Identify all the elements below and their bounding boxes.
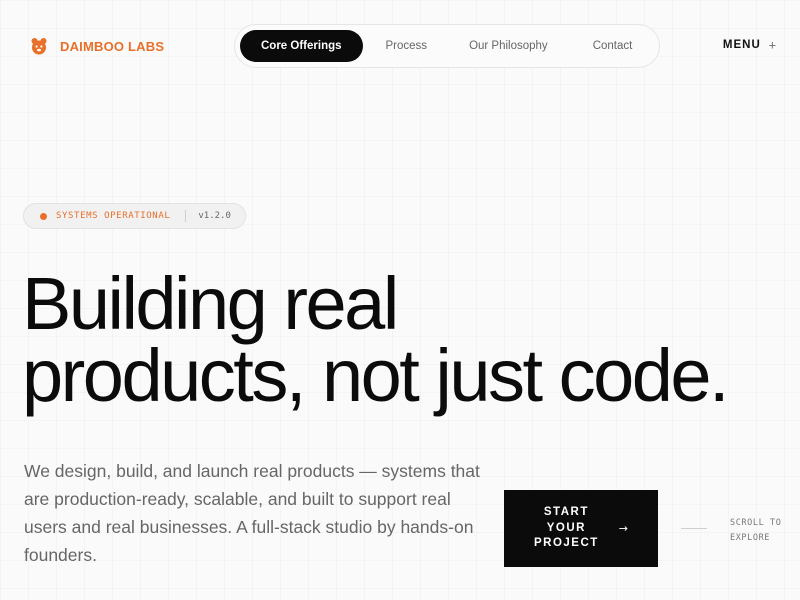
- version-label: v1.2.0: [198, 211, 231, 221]
- status-dot-icon: [40, 212, 47, 220]
- brand-name: DAIMBOO LABS: [60, 38, 165, 54]
- hero-description: We design, build, and launch real produc…: [24, 461, 480, 565]
- brand-logo[interactable]: DAIMBOO LABS: [30, 37, 164, 55]
- plus-icon: +: [768, 38, 776, 52]
- hero-headline-line-1: Building real: [22, 262, 399, 345]
- nav-item-process[interactable]: Process: [366, 30, 448, 62]
- menu-label: MENU: [722, 39, 761, 51]
- arrow-right-icon: →: [618, 522, 629, 535]
- menu-button[interactable]: MENU +: [723, 38, 776, 52]
- main-nav: Core Offerings Process Our Philosophy Co…: [234, 24, 660, 68]
- status-text: SYSTEMS OPERATIONAL: [56, 211, 171, 221]
- nav-item-core-offerings[interactable]: Core Offerings: [240, 30, 363, 62]
- hero-headline-line-2: products, not just code.: [22, 334, 730, 417]
- start-project-button[interactable]: START YOUR PROJECT →: [504, 490, 658, 567]
- scroll-to-explore[interactable]: SCROLL TO EXPLORE: [730, 516, 790, 546]
- scroll-divider: [681, 528, 707, 529]
- hero-headline: Building real products, not just code.: [22, 262, 730, 417]
- status-badge: SYSTEMS OPERATIONAL v1.2.0: [23, 203, 246, 229]
- start-project-label: START YOUR PROJECT: [533, 506, 599, 550]
- bear-logo-icon: [31, 38, 47, 55]
- nav-item-our-philosophy[interactable]: Our Philosophy: [449, 30, 568, 62]
- nav-item-contact[interactable]: Contact: [573, 30, 653, 62]
- status-divider: [185, 210, 187, 222]
